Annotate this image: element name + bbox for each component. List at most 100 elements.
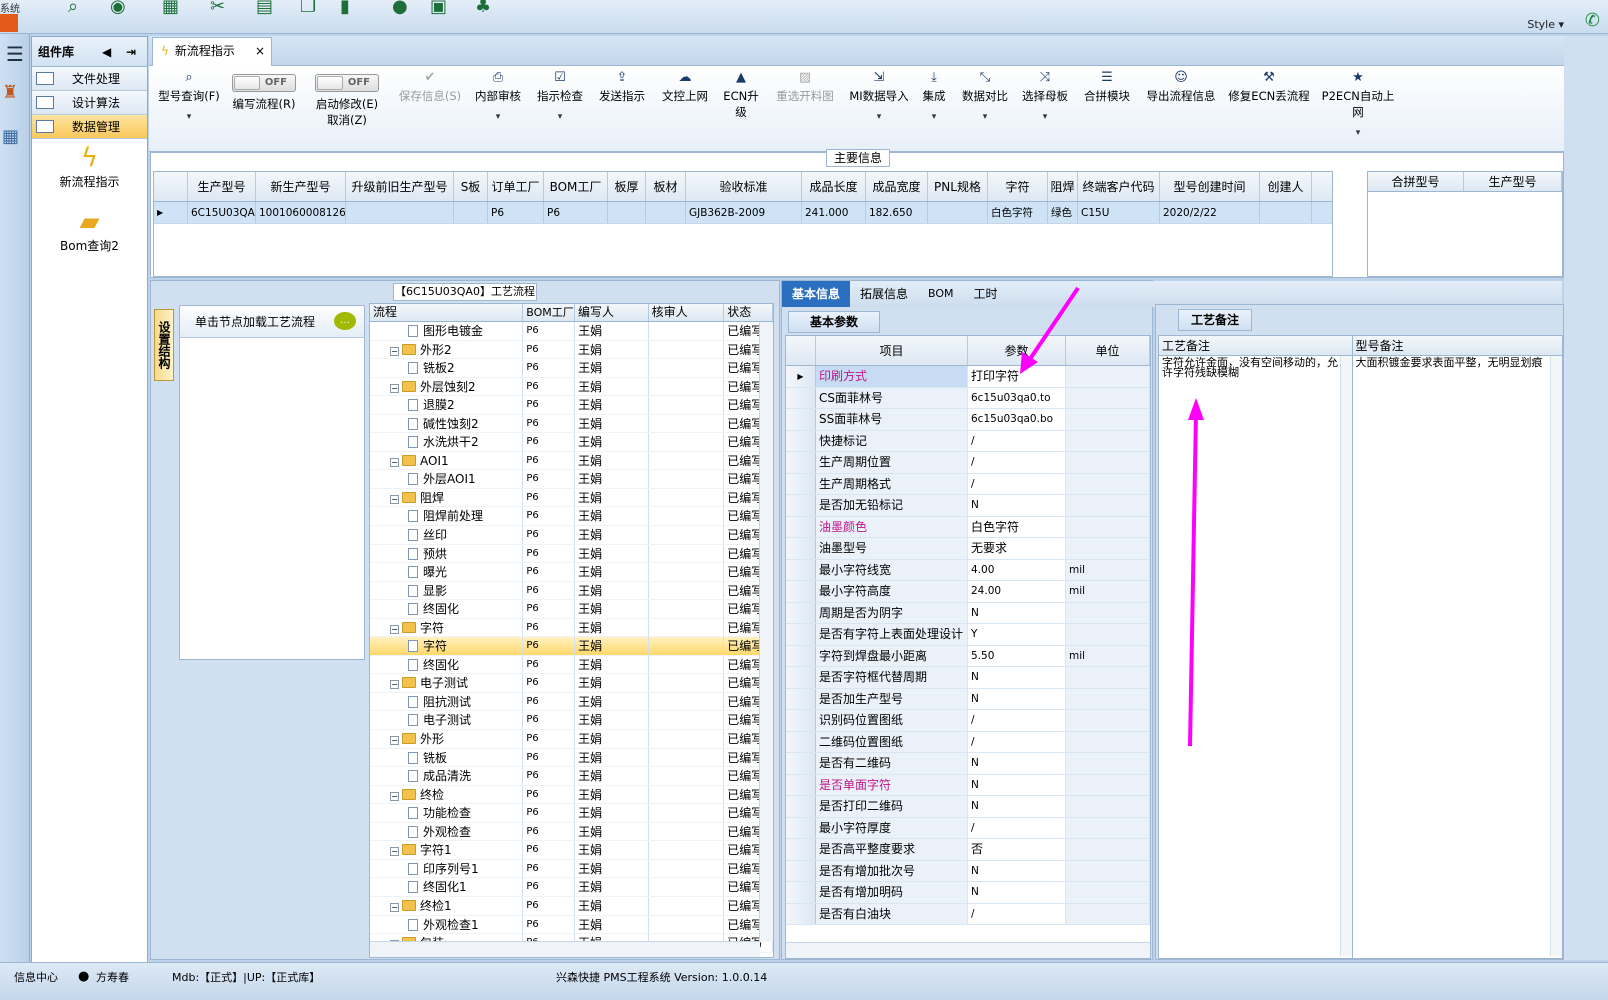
row-selector[interactable] — [786, 452, 816, 473]
grid-cell[interactable]: 白色字符 — [988, 202, 1048, 223]
column-header[interactable]: 成品长度 — [802, 172, 866, 201]
phone-icon[interactable]: ✆ — [1585, 10, 1600, 31]
tree-row[interactable]: 碱性蚀刻2 P6 王娟 已编写 — [370, 414, 773, 434]
param-value[interactable]: N — [968, 796, 1066, 817]
collapse-left-icon[interactable]: ◀ — [102, 37, 111, 67]
vertical-tab-structure[interactable]: 设置结构 — [154, 309, 174, 381]
column-header[interactable]: 板厚 — [608, 172, 646, 201]
tree-row[interactable]: − 外形2 P6 王娟 已编写 — [370, 340, 773, 360]
param-value[interactable]: 否 — [968, 839, 1066, 860]
collapse-toggle-icon[interactable]: − — [390, 847, 399, 857]
grid-cell[interactable] — [346, 202, 454, 223]
globe-icon[interactable]: ◉ — [110, 0, 126, 16]
tree-node[interactable]: 丝印 — [370, 526, 524, 544]
tree-node[interactable]: 终固化1 — [370, 878, 524, 896]
grid-cell[interactable]: P6 — [544, 202, 608, 223]
tree-node[interactable]: 电子测试 — [370, 711, 524, 730]
cancel-label[interactable]: 取消(Z) — [327, 113, 367, 127]
tool-new-process-instruction[interactable]: ϟ 新流程指示 — [32, 139, 147, 203]
mi-data-import-button[interactable]: ⇲ MI数据导入 ▾ — [847, 66, 911, 152]
ecn-upgrade-button[interactable]: ▲ ECN升级 — [719, 66, 763, 152]
chevron-down-icon[interactable]: ▾ — [847, 112, 911, 122]
p2ecn-auto-online-button[interactable]: ★ P2ECN自动上网 ▾ — [1317, 66, 1399, 152]
merge-module-button[interactable]: ☰ 合拼模块 — [1081, 66, 1133, 152]
column-header[interactable]: 成品宽度 — [866, 172, 928, 201]
collapse-toggle-icon[interactable]: − — [390, 346, 399, 356]
row-selector[interactable] — [786, 624, 816, 645]
collapse-toggle-icon[interactable]: − — [390, 902, 399, 912]
menu-icon[interactable]: ☰ — [6, 42, 24, 66]
param-row[interactable]: 是否字符框代替周期 N — [786, 667, 1150, 689]
column-header[interactable]: 终端客户代码 — [1078, 172, 1160, 201]
param-row[interactable]: CS面菲林号 6c15u03qa0.to — [786, 387, 1150, 409]
tree-row[interactable]: 字符 P6 王娟 已编写 — [370, 637, 773, 656]
send-instruction-button[interactable]: ⇪ 发送指示 — [597, 66, 647, 152]
save-info-button[interactable]: ✔ 保存信息(S) — [395, 66, 465, 152]
grid-cell[interactable] — [1260, 202, 1312, 223]
grid-cell[interactable] — [608, 202, 646, 223]
scissors-icon[interactable]: ✂ — [210, 0, 225, 16]
param-value[interactable]: N — [968, 688, 1066, 709]
tree-row[interactable]: 退膜2 P6 王娟 已编写 — [370, 396, 773, 415]
param-value[interactable]: N — [968, 602, 1066, 623]
calculator-icon[interactable]: ▦ — [2, 126, 19, 147]
tree-row[interactable]: 图形电镀金 P6 王娟 已编写 — [370, 322, 773, 341]
collapse-toggle-icon[interactable]: − — [390, 457, 399, 467]
tree-row[interactable]: 铣板 P6 王娟 已编写 — [370, 748, 773, 768]
param-row[interactable]: ▶ 印刷方式 打印字符 — [786, 366, 1150, 388]
row-selector[interactable] — [786, 839, 816, 860]
tree-row[interactable]: 显影 P6 王娟 已编写 — [370, 581, 773, 601]
column-header[interactable]: 生产型号 — [1464, 172, 1562, 191]
param-row[interactable]: 字符到焊盘最小距离 5.50 mil — [786, 645, 1150, 667]
column-header[interactable]: 创建人 — [1260, 172, 1312, 201]
tree-node[interactable]: 退膜2 — [370, 396, 524, 414]
param-row[interactable]: 是否有字符上表面处理设计 Y — [786, 624, 1150, 646]
chevron-down-icon[interactable]: ▾ — [919, 112, 949, 122]
column-header[interactable]: 新生产型号 — [256, 172, 346, 201]
column-header[interactable]: 项目 — [816, 336, 968, 365]
tree-node[interactable]: 外观检查1 — [370, 915, 524, 934]
chevron-down-icon[interactable]: ▾ — [959, 112, 1011, 122]
row-selector[interactable] — [786, 903, 816, 924]
collapse-toggle-icon[interactable]: − — [390, 494, 399, 504]
grid-cell[interactable]: GJB362B-2009 — [686, 202, 802, 223]
param-value[interactable]: / — [968, 817, 1066, 838]
row-selector[interactable] — [786, 731, 816, 752]
param-row[interactable]: 生产周期位置 / — [786, 452, 1150, 474]
column-header[interactable]: 参数 — [968, 336, 1066, 365]
tree-row[interactable]: 阻焊前处理 P6 王娟 已编写 — [370, 507, 773, 527]
param-row[interactable]: 是否加生产型号 N — [786, 688, 1150, 710]
tree-node[interactable]: 铣板 — [370, 748, 524, 767]
row-selector[interactable] — [786, 796, 816, 817]
tree-row[interactable]: 水洗烘干2 P6 王娟 已编写 — [370, 433, 773, 452]
tree-row[interactable]: − 终检1 P6 王娟 已编写 — [370, 896, 773, 916]
tree-row[interactable]: 终固化 P6 王娟 已编写 — [370, 655, 773, 675]
report-icon[interactable]: ▣ — [430, 0, 447, 16]
row-selector[interactable] — [786, 710, 816, 731]
param-row[interactable]: 是否加无铅标记 N — [786, 495, 1150, 517]
tree-row[interactable]: 外观检查1 P6 王娟 已编写 — [370, 915, 773, 935]
user-icon[interactable]: ● — [392, 0, 408, 16]
tree-node[interactable]: 水洗烘干2 — [370, 433, 524, 451]
column-header[interactable]: 字符 — [988, 172, 1048, 201]
row-selector[interactable] — [786, 516, 816, 537]
tree-row[interactable]: 铣板2 P6 王娟 已编写 — [370, 359, 773, 378]
tree-node[interactable]: 图形电镀金 — [370, 322, 524, 340]
param-row[interactable]: SS面菲林号 6c15u03qa0.bo — [786, 409, 1150, 431]
tool-bom-query2[interactable]: ▰ Bom查询2 — [32, 203, 147, 267]
param-value[interactable]: 打印字符 — [968, 366, 1066, 387]
param-row[interactable]: 是否高平整度要求否 — [786, 839, 1150, 861]
tree-node[interactable]: 外观检查 — [370, 822, 524, 841]
vertical-scrollbar[interactable] — [1339, 356, 1352, 956]
param-value[interactable]: N — [968, 882, 1066, 903]
chart-icon[interactable]: ▮ — [340, 0, 350, 16]
tree-node[interactable]: − 阻焊 — [370, 488, 524, 507]
column-header[interactable]: 流程 — [370, 304, 524, 321]
column-header[interactable]: 订单工厂 — [488, 172, 544, 201]
column-header[interactable]: BOM工厂 — [544, 172, 608, 201]
grid-cell[interactable]: C15U — [1078, 202, 1160, 223]
tree-row[interactable]: 外层AOI1 P6 王娟 已编写 — [370, 470, 773, 489]
grid-cell[interactable] — [646, 202, 686, 223]
tab-extended-info[interactable]: 拓展信息 — [850, 281, 918, 307]
toggle-switch[interactable]: OFF — [232, 74, 296, 92]
